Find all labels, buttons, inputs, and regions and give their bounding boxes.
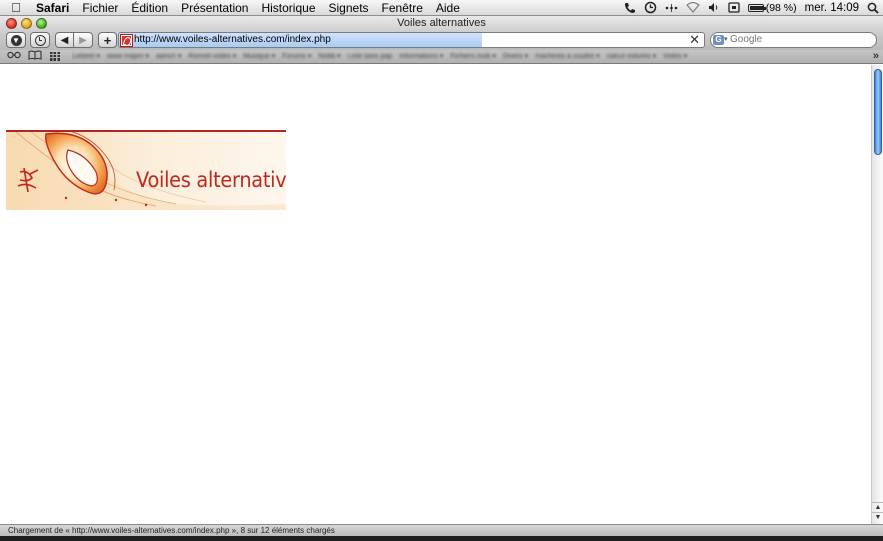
back-arrow-icon: ◀: [60, 34, 69, 46]
scrollbar-thumb[interactable]: [874, 69, 882, 155]
search-placeholder: Google: [730, 34, 763, 45]
bookmarks-overflow-button[interactable]: »: [873, 50, 879, 63]
menu-signets[interactable]: Signets: [322, 0, 375, 16]
menu-clock[interactable]: mer. 14:09: [805, 2, 859, 14]
bookmarks-book-icon[interactable]: [28, 50, 42, 64]
menu-app-name[interactable]: Safari: [32, 0, 76, 16]
bookmark-item[interactable]: Voiles ▾: [663, 50, 687, 63]
browser-toolbar: ▼ ◀ ▶ + http://www.voiles-alternatives.c…: [0, 31, 883, 50]
bookmark-item[interactable]: machines à coudre ▾: [535, 50, 600, 63]
bookmark-item[interactable]: Liebeel ▾: [72, 50, 100, 63]
spotlight-icon[interactable]: [867, 2, 879, 14]
window-bottom-edge: [0, 536, 883, 541]
menu-fichier[interactable]: Fichier: [76, 0, 125, 16]
bookmark-item[interactable]: Liste taxis pap: [348, 50, 393, 63]
history-clock-icon: [34, 34, 46, 46]
menu-left:  Safari Fichier Édition Présentation Hi…: [0, 0, 466, 16]
forward-button[interactable]: ▶: [74, 32, 93, 48]
window-titlebar: Voiles alternatives: [0, 16, 883, 31]
bookmark-item[interactable]: Forums ▾: [282, 50, 311, 63]
google-search-icon[interactable]: G: [713, 35, 724, 45]
vertical-scrollbar[interactable]: ▲ ▼: [871, 65, 883, 524]
back-button[interactable]: ◀: [55, 32, 74, 48]
display-icon[interactable]: [728, 2, 740, 13]
apple-icon[interactable]: : [0, 0, 32, 16]
bookmark-item[interactable]: aancrr ▾: [156, 50, 181, 63]
time-machine-icon[interactable]: [644, 1, 657, 14]
wifi-icon[interactable]: [685, 2, 700, 13]
volume-icon[interactable]: [708, 2, 720, 13]
bookmark-item[interactable]: Nobb ▾: [318, 50, 340, 63]
scroll-down-button[interactable]: ▼: [872, 512, 883, 522]
bookmark-list: Liebeel ▾ www mapm ▾ aancrr ▾ Ronnet voi…: [72, 50, 863, 63]
menu-aide[interactable]: Aide: [429, 0, 466, 16]
banner-title: Voiles alternatives: [136, 168, 286, 192]
page-content: Voiles alternatives: [0, 65, 871, 524]
menu-bar:  Safari Fichier Édition Présentation Hi…: [0, 0, 883, 16]
add-bookmark-button[interactable]: +: [98, 32, 117, 48]
address-bar[interactable]: http://www.voiles-alternatives.com/index…: [118, 32, 705, 48]
status-bar: Chargement de « http://www.voiles-altern…: [0, 524, 883, 536]
sync-dots-icon[interactable]: [665, 3, 678, 12]
menu-fenetre[interactable]: Fenêtre: [375, 0, 429, 16]
site-favicon-icon: [120, 34, 133, 47]
search-engine-dropdown-icon[interactable]: ▾: [724, 34, 728, 46]
battery-fill: [749, 5, 764, 10]
bookmark-item[interactable]: Informations ▾: [399, 50, 443, 63]
window-title: Voiles alternatives: [397, 17, 486, 29]
scroll-up-button[interactable]: ▲: [872, 502, 883, 512]
menu-extras: (98 %) mer. 14:09: [624, 0, 883, 16]
top-sites-grid-icon[interactable]: [50, 52, 60, 61]
battery-status[interactable]: (98 %): [747, 1, 797, 14]
plus-icon: +: [103, 32, 112, 48]
bookmark-item[interactable]: Fichiers mob ▾: [450, 50, 496, 63]
reading-list-icon[interactable]: [7, 50, 21, 64]
download-arrow-icon: ▼: [10, 34, 22, 46]
battery-label: (98 %): [765, 1, 797, 14]
menu-historique[interactable]: Historique: [255, 0, 322, 16]
history-button[interactable]: [30, 32, 50, 48]
bookmark-item[interactable]: Divers ▾: [503, 50, 528, 63]
bookmark-item[interactable]: www mapm ▾: [107, 50, 149, 63]
bookmark-item[interactable]: calcul voilures ▾: [607, 50, 656, 63]
menu-edition[interactable]: Édition: [125, 0, 175, 16]
menu-presentation[interactable]: Présentation: [175, 0, 255, 16]
battery-icon: [747, 3, 766, 12]
search-field[interactable]: G ▾ Google: [710, 32, 877, 48]
bookmark-item[interactable]: Ronnet voiles ▾: [188, 50, 236, 63]
site-banner[interactable]: Voiles alternatives: [6, 132, 286, 210]
phone-icon[interactable]: [624, 2, 636, 14]
bookmark-item[interactable]: Musique ▾: [243, 50, 275, 63]
bookmarks-bar: Liebeel ▾ www mapm ▾ aancrr ▾ Ronnet voi…: [0, 50, 883, 64]
stop-loading-button[interactable]: ✕: [689, 33, 700, 47]
forward-arrow-icon: ▶: [79, 34, 87, 46]
address-url[interactable]: http://www.voiles-alternatives.com/index…: [134, 33, 331, 47]
downloads-button[interactable]: ▼: [6, 32, 26, 48]
